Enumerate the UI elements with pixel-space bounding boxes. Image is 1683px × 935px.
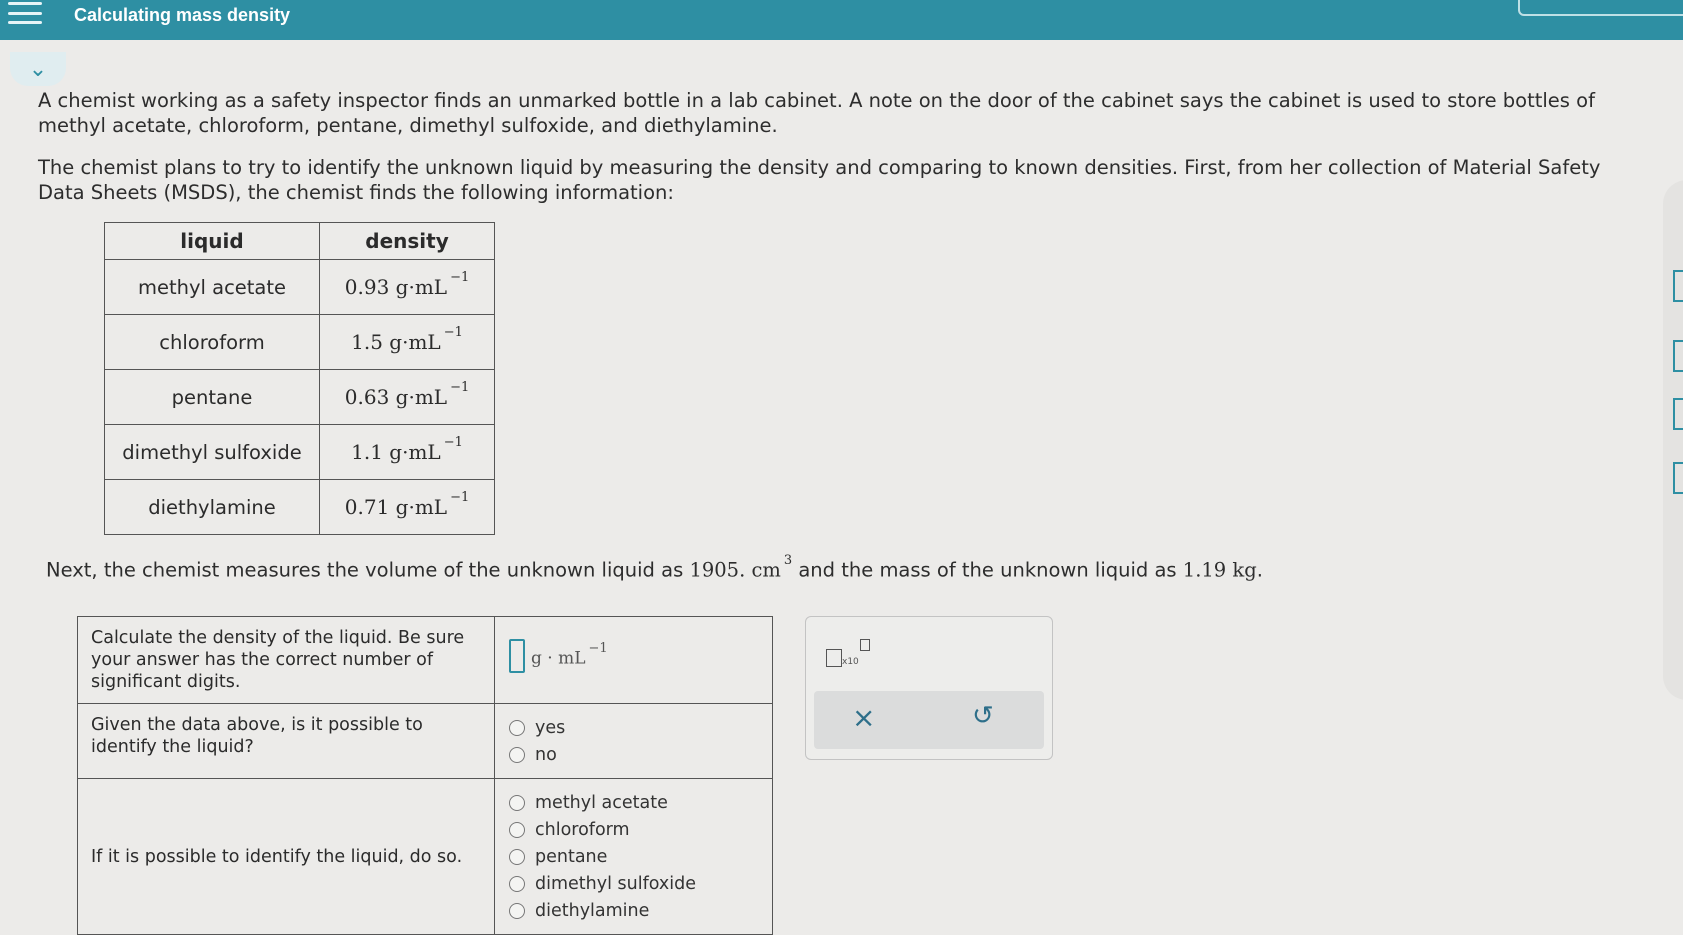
answer-unit: g · mL−1 [531,640,608,669]
radio-icon [509,719,525,736]
radio-icon [509,794,525,811]
intro-paragraph-1: A chemist working as a safety inspector … [38,89,1595,137]
top-bar: Calculating mass density [0,0,1683,40]
q2-options: yes no [494,703,773,779]
collapse-button[interactable]: ⌄ [10,52,66,86]
liquid-density: 0.63 g·mL −1 [319,369,495,425]
option-diethylamine[interactable]: diethylamine [509,897,759,924]
density-answer-input[interactable] [509,639,525,673]
liquid-name: methyl acetate [104,259,320,315]
menu-icon[interactable] [8,2,42,24]
liquid-name: pentane [104,369,320,425]
scientific-notation-button[interactable]: x10 [826,639,870,667]
liquid-name: dimethyl sulfoxide [104,424,320,480]
q3-options: methyl acetate chloroform pentane dimeth… [494,778,773,935]
chevron-down-icon: ⌄ [28,56,48,82]
table-row: diethylamine 0.71 g·mL −1 [104,479,495,535]
liquid-name: diethylamine [104,479,320,535]
side-tool-button[interactable] [1673,270,1683,302]
liquid-density: 0.93 g·mL −1 [319,259,495,315]
liquid-density: 1.5 g·mL −1 [319,314,495,370]
side-tool-button[interactable] [1673,398,1683,430]
option-chloroform[interactable]: chloroform [509,816,759,843]
option-pentane[interactable]: pentane [509,843,759,870]
option-no[interactable]: no [509,741,759,768]
top-right-control[interactable] [1518,0,1683,16]
question-table: Calculate the density of the liquid. Be … [77,616,773,935]
table-row: chloroform 1.5 g·mL −1 [104,314,495,370]
option-dimethyl-sulfoxide[interactable]: dimethyl sulfoxide [509,870,759,897]
answer-tools-panel: x10 × ↺ [805,616,1053,760]
close-icon[interactable]: × [852,701,875,734]
undo-icon[interactable]: ↺ [972,701,994,731]
density-table: liquid density methyl acetate 0.93 g·mL −… [104,222,495,535]
option-yes[interactable]: yes [509,714,759,741]
measurement-text: Next, the chemist measures the volume of… [46,553,1263,582]
q1-answer-cell: g · mL−1 [494,616,773,704]
table-header-liquid: liquid [104,222,320,260]
radio-icon [509,875,525,892]
radio-icon [509,902,525,919]
intro-paragraph-2: The chemist plans to try to identify the… [38,156,1601,204]
option-methyl-acetate[interactable]: methyl acetate [509,789,759,816]
radio-icon [509,746,525,763]
liquid-density: 0.71 g·mL −1 [319,479,495,535]
table-row: pentane 0.63 g·mL −1 [104,369,495,425]
liquid-density: 1.1 g·mL −1 [319,424,495,480]
table-header-density: density [319,222,495,260]
side-tool-button[interactable] [1673,462,1683,494]
q3-prompt: If it is possible to identify the liquid… [77,778,495,935]
q2-prompt: Given the data above, is it possible to … [77,703,495,779]
liquid-name: chloroform [104,314,320,370]
tool-bar: × ↺ [814,691,1044,749]
radio-icon [509,821,525,838]
table-row: methyl acetate 0.93 g·mL −1 [104,259,495,315]
table-row: dimethyl sulfoxide 1.1 g·mL −1 [104,424,495,480]
side-panel [1663,180,1683,700]
radio-icon [509,848,525,865]
q1-prompt: Calculate the density of the liquid. Be … [77,616,495,704]
page-title: Calculating mass density [74,5,291,25]
side-tool-button[interactable] [1673,340,1683,372]
